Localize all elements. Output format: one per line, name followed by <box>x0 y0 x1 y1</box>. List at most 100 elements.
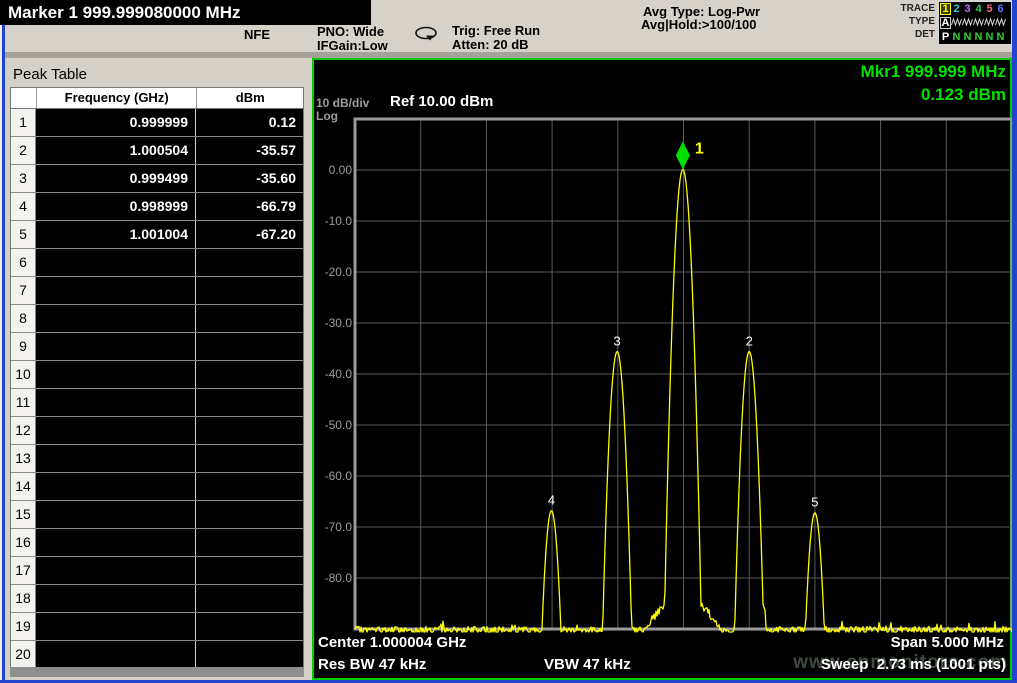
table-row[interactable]: 21.000504-35.57 <box>11 137 303 165</box>
trace-detector[interactable]: N <box>995 31 1006 43</box>
peak-table: Frequency (GHz) dBm 10.9999990.1221.0005… <box>10 87 304 670</box>
pno-annotation[interactable]: PNO: Wide <box>317 24 384 39</box>
trigger-annotation[interactable]: Trig: Free Run <box>452 23 540 38</box>
trace-number[interactable]: 4 <box>973 3 984 15</box>
trace-detector[interactable]: N <box>984 31 995 43</box>
row-number: 4 <box>11 193 36 220</box>
table-row[interactable]: 7 <box>11 277 303 305</box>
trace-number[interactable]: 3 <box>962 3 973 15</box>
trace-numbers-row[interactable]: 123456 <box>939 2 1011 16</box>
table-row[interactable]: 17 <box>11 557 303 585</box>
trace-type[interactable] <box>995 17 1006 30</box>
dbm-cell <box>196 361 302 388</box>
trace-type[interactable] <box>962 17 973 30</box>
table-row[interactable]: 12 <box>11 417 303 445</box>
trace-detector[interactable]: N <box>951 31 962 43</box>
row-number: 11 <box>11 389 36 416</box>
marker1-diamond[interactable] <box>676 141 690 169</box>
table-row[interactable]: 30.999499-35.60 <box>11 165 303 193</box>
table-row[interactable]: 10.9999990.12 <box>11 109 303 137</box>
table-row[interactable]: 18 <box>11 585 303 613</box>
row-number: 5 <box>11 221 36 248</box>
dbm-cell: -35.57 <box>196 137 302 164</box>
avg-hold-annotation[interactable]: Avg|Hold:>100/100 <box>641 17 757 32</box>
table-row[interactable]: 19 <box>11 613 303 641</box>
frequency-cell: 1.001004 <box>36 221 196 248</box>
table-row[interactable]: 51.001004-67.20 <box>11 221 303 249</box>
frequency-cell <box>36 529 196 556</box>
dbm-cell <box>196 529 302 556</box>
table-row[interactable]: 15 <box>11 501 303 529</box>
row-number: 2 <box>11 137 36 164</box>
dbm-cell <box>196 417 302 444</box>
table-row[interactable]: 16 <box>11 529 303 557</box>
trace-number[interactable]: 2 <box>951 3 962 15</box>
left-frame <box>2 25 5 683</box>
right-frame <box>1012 0 1017 683</box>
dbm-cell: -67.20 <box>196 221 302 248</box>
dbm-cell <box>196 305 302 332</box>
trace-detector[interactable]: N <box>962 31 973 43</box>
table-row[interactable]: 8 <box>11 305 303 333</box>
frequency-cell: 1.000504 <box>36 137 196 164</box>
table-row[interactable]: 11 <box>11 389 303 417</box>
table-row[interactable]: 40.998999-66.79 <box>11 193 303 221</box>
trace-types-row[interactable]: A <box>939 16 1011 30</box>
row-number: 6 <box>11 249 36 276</box>
row-number: 10 <box>11 361 36 388</box>
dbm-cell: 0.12 <box>196 109 302 136</box>
trace-plot: 12345 <box>314 60 1014 682</box>
frequency-cell <box>36 417 196 444</box>
peak-table-header: Frequency (GHz) dBm <box>11 88 303 109</box>
frequency-cell <box>36 557 196 584</box>
frequency-cell <box>36 389 196 416</box>
dbm-cell <box>196 641 302 669</box>
frequency-cell <box>36 305 196 332</box>
trace-number[interactable]: 5 <box>984 3 995 15</box>
trace-number[interactable]: 1 <box>940 3 951 15</box>
dbm-cell <box>196 277 302 304</box>
row-number: 14 <box>11 473 36 500</box>
table-row[interactable]: 10 <box>11 361 303 389</box>
row-number: 16 <box>11 529 36 556</box>
trace-type[interactable]: A <box>940 17 951 29</box>
dbm-cell <box>196 501 302 528</box>
center-frequency-label[interactable]: Center 1.000004 GHz <box>318 634 466 651</box>
frequency-cell <box>36 473 196 500</box>
clearwrite-waveform-icon <box>962 17 973 27</box>
trace-detector[interactable]: N <box>973 31 984 43</box>
dbm-cell <box>196 389 302 416</box>
dbm-cell: -35.60 <box>196 165 302 192</box>
trace-type[interactable] <box>951 17 962 30</box>
rbw-label[interactable]: Res BW 47 kHz <box>318 656 426 673</box>
clearwrite-waveform-icon <box>973 17 984 27</box>
span-label[interactable]: Span 5.000 MHz <box>891 634 1004 651</box>
peak-table-scroll-strip[interactable] <box>10 667 304 677</box>
row-number: 1 <box>11 109 36 136</box>
trace-type[interactable] <box>984 17 995 30</box>
table-row[interactable]: 9 <box>11 333 303 361</box>
atten-annotation[interactable]: Atten: 20 dB <box>452 37 529 52</box>
row-number: 3 <box>11 165 36 192</box>
table-row[interactable]: 14 <box>11 473 303 501</box>
row-number: 18 <box>11 585 36 612</box>
dbm-cell <box>196 333 302 360</box>
nfe-annotation[interactable]: NFE <box>244 27 270 42</box>
frequency-cell <box>36 613 196 640</box>
dbm-cell <box>196 473 302 500</box>
trace-detector[interactable]: P <box>940 31 951 43</box>
ifgain-annotation[interactable]: IFGain:Low <box>317 38 388 53</box>
table-row[interactable]: 6 <box>11 249 303 277</box>
row-number-column-header <box>11 88 37 108</box>
table-row[interactable]: 13 <box>11 445 303 473</box>
trace-type[interactable] <box>973 17 984 30</box>
table-row[interactable]: 20 <box>11 641 303 669</box>
vbw-label[interactable]: VBW 47 kHz <box>544 656 631 673</box>
trace-number[interactable]: 6 <box>995 3 1006 15</box>
dbm-cell <box>196 249 302 276</box>
dbm-cell <box>196 445 302 472</box>
trace-detectors-row[interactable]: PNNNNN <box>939 30 1011 44</box>
sweep-label[interactable]: Sweep 2.73 ms (1001 pts) <box>821 656 1006 673</box>
trace-legend-box[interactable]: 123456 A PNNNNN <box>938 1 1012 45</box>
continuous-sweep-icon[interactable] <box>413 26 439 41</box>
